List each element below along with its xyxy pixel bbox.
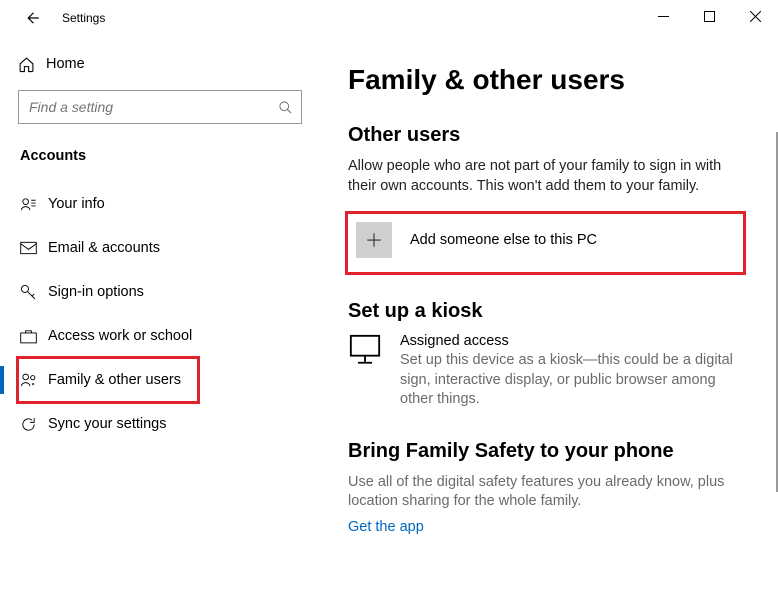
sidebar-item-access-work-school[interactable]: Access work or school xyxy=(18,314,302,358)
home-item[interactable]: Home xyxy=(18,44,302,84)
sidebar-item-label: Your info xyxy=(48,196,105,212)
kiosk-heading: Set up a kiosk xyxy=(348,300,750,323)
sync-icon xyxy=(20,416,37,433)
sidebar-item-label: Email & accounts xyxy=(48,240,160,256)
minimize-button[interactable] xyxy=(640,0,686,32)
sidebar: Home Accounts Your info Email & accounts xyxy=(0,36,320,598)
get-the-app-link[interactable]: Get the app xyxy=(348,519,424,535)
page-title: Family & other users xyxy=(348,64,750,96)
briefcase-icon xyxy=(20,329,37,344)
search-box[interactable] xyxy=(18,90,302,124)
close-icon xyxy=(750,11,761,22)
key-icon xyxy=(20,284,37,301)
main-content: Family & other users Other users Allow p… xyxy=(320,36,778,598)
other-users-description: Allow people who are not part of your fa… xyxy=(348,157,748,196)
sidebar-section-label: Accounts xyxy=(20,148,302,164)
plus-tile xyxy=(356,222,392,258)
sidebar-item-label: Family & other users xyxy=(48,372,181,388)
title-bar: Settings xyxy=(0,0,778,36)
window-controls xyxy=(640,0,778,32)
sidebar-item-signin-options[interactable]: Sign-in options xyxy=(18,270,302,314)
add-someone-label: Add someone else to this PC xyxy=(410,232,597,248)
sidebar-item-email-accounts[interactable]: Email & accounts xyxy=(18,226,302,270)
family-users-icon xyxy=(20,372,37,389)
sidebar-item-label: Access work or school xyxy=(48,328,192,344)
plus-icon xyxy=(365,231,383,249)
family-safety-heading: Bring Family Safety to your phone xyxy=(348,440,750,463)
your-info-icon xyxy=(20,196,37,213)
kiosk-icon xyxy=(348,333,382,367)
home-label: Home xyxy=(46,56,85,72)
sidebar-item-your-info[interactable]: Your info xyxy=(18,182,302,226)
minimize-icon xyxy=(658,11,669,22)
search-input[interactable] xyxy=(27,98,278,116)
maximize-icon xyxy=(704,11,715,22)
assigned-access-title: Assigned access xyxy=(400,333,750,349)
active-indicator xyxy=(0,366,4,394)
assigned-access-description: Set up this device as a kiosk—this could… xyxy=(400,351,750,410)
add-someone-button[interactable]: Add someone else to this PC xyxy=(356,222,735,258)
sidebar-item-sync-settings[interactable]: Sync your settings xyxy=(18,402,302,446)
maximize-button[interactable] xyxy=(686,0,732,32)
sidebar-item-label: Sync your settings xyxy=(48,416,166,432)
sidebar-item-family-other-users[interactable]: Family & other users xyxy=(18,358,198,402)
home-icon xyxy=(18,56,35,73)
family-safety-description: Use all of the digital safety features y… xyxy=(348,473,748,512)
add-someone-box: Add someone else to this PC xyxy=(348,214,743,272)
email-icon xyxy=(20,241,37,255)
other-users-heading: Other users xyxy=(348,124,750,147)
close-button[interactable] xyxy=(732,0,778,32)
arrow-left-icon xyxy=(23,9,41,27)
sidebar-item-label: Sign-in options xyxy=(48,284,144,300)
kiosk-icon-wrap xyxy=(348,333,382,410)
search-icon xyxy=(278,100,293,115)
window-title: Settings xyxy=(62,11,105,25)
back-button[interactable] xyxy=(20,6,44,30)
